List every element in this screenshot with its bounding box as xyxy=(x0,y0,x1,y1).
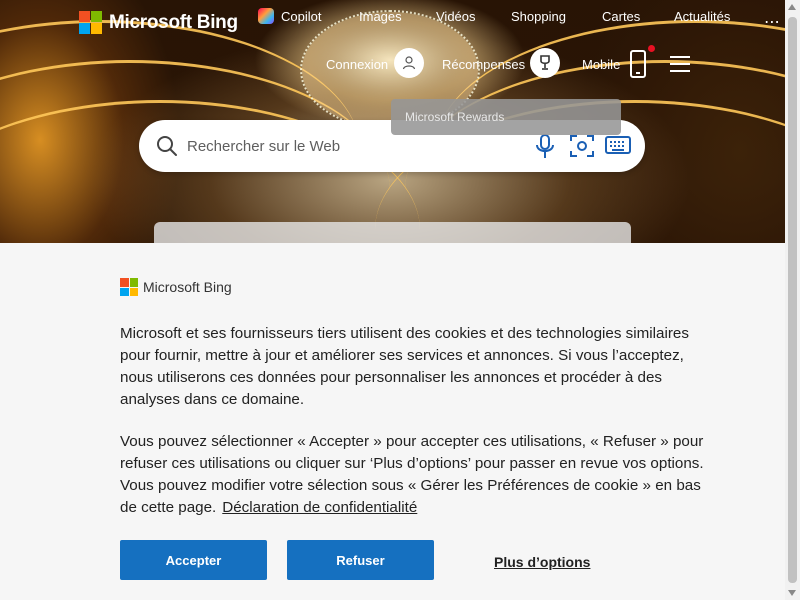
logo-text: Microsoft Bing xyxy=(109,11,238,33)
nav-shopping[interactable]: Shopping xyxy=(511,9,566,24)
microsoft-logo-icon xyxy=(79,11,102,34)
cookie-consent-dialog: Microsoft Bing Microsoft et ses fourniss… xyxy=(0,243,785,600)
user-icon xyxy=(402,56,416,70)
nav-videos[interactable]: Vidéos xyxy=(436,9,476,24)
nav-copilot[interactable]: Copilot xyxy=(258,8,321,24)
accept-button[interactable]: Accepter xyxy=(120,540,267,580)
cookie-paragraph-2: Vous pouvez sélectionner « Accepter » po… xyxy=(120,431,720,519)
hamburger-menu-icon[interactable] xyxy=(670,56,690,72)
keyboard-icon[interactable] xyxy=(605,135,631,157)
copilot-icon xyxy=(258,8,274,24)
notification-dot xyxy=(648,45,655,52)
refuse-button[interactable]: Refuser xyxy=(287,540,434,580)
scroll-down-arrow-icon[interactable] xyxy=(788,590,796,596)
bing-logo[interactable]: Microsoft Bing xyxy=(79,11,238,34)
phone-icon[interactable] xyxy=(630,50,646,78)
page-scrollbar[interactable] xyxy=(785,0,800,600)
privacy-statement-link[interactable]: Déclaration de confidentialité xyxy=(222,499,417,516)
rewards-button[interactable] xyxy=(530,48,560,78)
avatar[interactable] xyxy=(394,48,424,78)
visual-search-icon[interactable] xyxy=(569,133,595,159)
feed-panel-edge xyxy=(154,222,631,243)
nav-maps[interactable]: Cartes xyxy=(602,9,640,24)
trophy-icon xyxy=(540,55,550,70)
rewards-link[interactable]: Récompenses xyxy=(442,57,525,72)
account-bar: Connexion Récompenses Mobile xyxy=(0,45,785,80)
more-options-link[interactable]: Plus d’options xyxy=(494,554,590,570)
cookie-logo-text: Microsoft Bing xyxy=(143,279,232,295)
nav-label: Copilot xyxy=(281,9,322,24)
scrollbar-thumb[interactable] xyxy=(788,17,797,583)
microphone-icon[interactable] xyxy=(535,133,555,159)
signin-link[interactable]: Connexion xyxy=(326,57,388,72)
more-menu-icon[interactable]: ⋯ xyxy=(764,12,781,32)
microsoft-logo-icon xyxy=(120,278,138,296)
cookie-paragraph-1: Microsoft et ses fournisseurs tiers util… xyxy=(120,325,689,408)
search-icon[interactable] xyxy=(155,134,179,158)
nav-news[interactable]: Actualités xyxy=(674,9,730,24)
scroll-up-arrow-icon[interactable] xyxy=(788,4,796,10)
rewards-tooltip: Microsoft Rewards xyxy=(391,99,621,135)
nav-images[interactable]: Images xyxy=(359,9,402,24)
mobile-link[interactable]: Mobile xyxy=(582,57,620,72)
cookie-logo: Microsoft Bing xyxy=(120,278,232,296)
